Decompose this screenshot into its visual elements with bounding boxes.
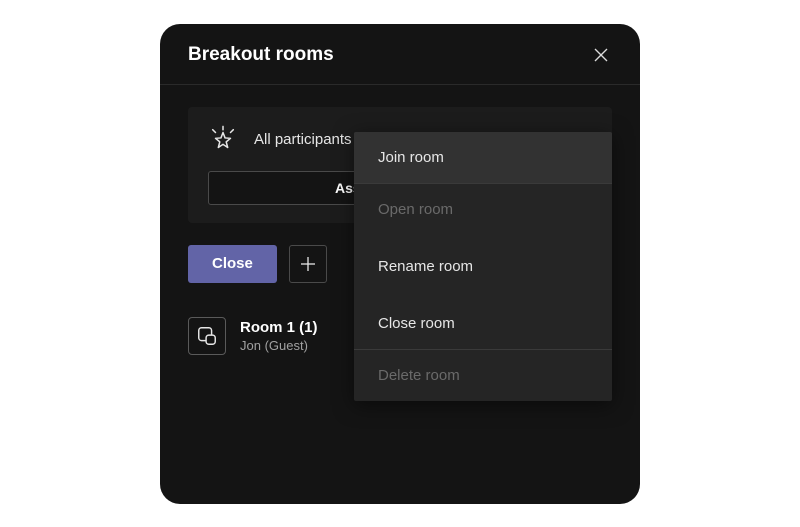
breakout-rooms-panel: Breakout rooms All participants are assi… [160,24,640,504]
room-participants: Jon (Guest) [240,338,318,353]
menu-delete-room[interactable]: Delete room [354,350,612,401]
room-name: Room 1 (1) [240,319,318,336]
menu-rename-room[interactable]: Rename room [354,241,612,292]
add-room-button[interactable] [289,245,327,283]
room-info: Room 1 (1) Jon (Guest) [240,319,318,353]
sparkle-star-icon [208,125,238,155]
panel-title: Breakout rooms [188,44,334,66]
menu-open-room: Open room [354,184,612,235]
panel-header: Breakout rooms [160,24,640,85]
breakout-room-icon [196,325,218,347]
close-icon [593,47,609,63]
plus-icon [299,255,317,273]
menu-close-room[interactable]: Close room [354,298,612,349]
close-rooms-button[interactable]: Close [188,245,277,283]
room-context-menu: Join room Open room Rename room Close ro… [354,132,612,401]
room-icon-box [188,317,226,355]
menu-join-room[interactable]: Join room [354,132,612,183]
close-panel-button[interactable] [590,44,612,66]
